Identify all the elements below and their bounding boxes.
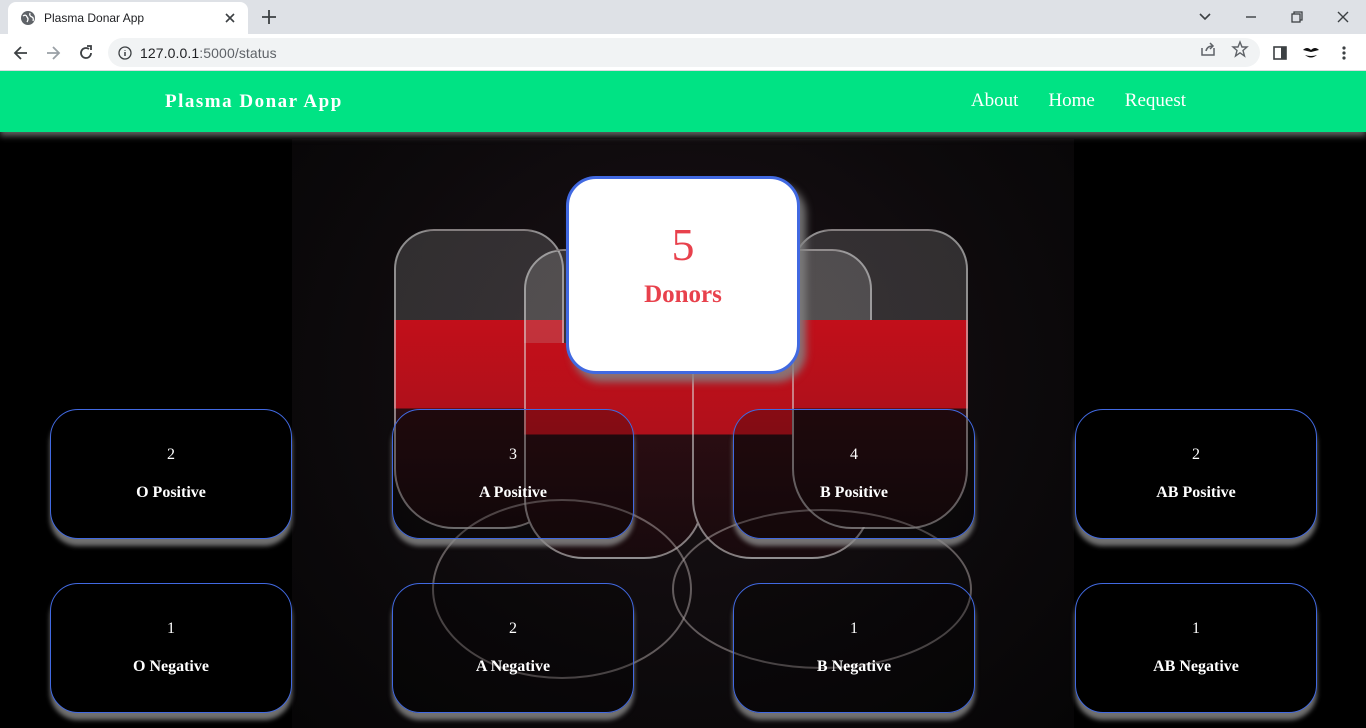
back-icon[interactable] <box>10 42 32 64</box>
blood-group-count: 1 <box>1192 620 1200 637</box>
nav-link-about[interactable]: About <box>971 90 1019 112</box>
blood-group-label: AB Negative <box>1153 658 1239 675</box>
blood-group-label: B Negative <box>816 658 892 675</box>
blood-group-label: AB Positive <box>1156 484 1236 501</box>
forward-icon[interactable] <box>42 42 64 64</box>
blood-group-card-o-negative: 1 O Negative <box>50 583 292 713</box>
site-info-icon[interactable] <box>118 45 132 60</box>
menu-icon[interactable] <box>1333 42 1355 64</box>
tab-search-icon[interactable] <box>1194 6 1216 28</box>
star-icon[interactable] <box>1231 40 1249 58</box>
blood-group-card-b-negative: 1 B Negative <box>733 583 975 713</box>
nav-link-request[interactable]: Request <box>1125 90 1186 112</box>
blood-group-card-b-positive: 4 B Positive <box>733 409 975 539</box>
blood-group-label: A Positive <box>479 484 547 501</box>
app-navbar: Plasma Donar App About Home Request <box>0 71 1366 132</box>
blood-group-card-a-positive: 3 A Positive <box>392 409 634 539</box>
blood-group-card-ab-positive: 2 AB Positive <box>1075 409 1317 539</box>
total-donors-label: Donors <box>644 281 722 308</box>
browser-toolbar: 127.0.0.1:5000/status <box>0 34 1366 71</box>
blood-group-label: B Positive <box>820 484 888 501</box>
blood-group-label: O Positive <box>136 484 206 501</box>
blood-group-count: 1 <box>167 620 175 637</box>
blood-group-count: 2 <box>167 446 175 463</box>
profile-avatar-icon[interactable] <box>1300 42 1322 64</box>
window-close-icon[interactable] <box>1332 6 1354 28</box>
blood-group-count: 2 <box>509 620 517 637</box>
blood-group-count: 1 <box>850 620 858 637</box>
new-tab-icon[interactable] <box>260 8 278 26</box>
blood-group-label: O Negative <box>133 658 209 675</box>
blood-group-card-ab-negative: 1 AB Negative <box>1075 583 1317 713</box>
total-donors-card: 5 Donors <box>566 176 800 374</box>
globe-icon <box>21 11 35 25</box>
app-brand[interactable]: Plasma Donar App <box>165 91 343 113</box>
blood-group-count: 4 <box>850 446 858 463</box>
blood-group-label: A Negative <box>475 658 551 675</box>
url-path: :5000/status <box>199 44 277 61</box>
share-icon[interactable] <box>1199 40 1217 58</box>
blood-group-count: 2 <box>1192 446 1200 463</box>
restore-icon[interactable] <box>1286 6 1308 28</box>
reload-icon[interactable] <box>75 42 97 64</box>
address-bar[interactable]: 127.0.0.1:5000/status <box>108 38 1260 67</box>
blood-group-card-o-positive: 2 O Positive <box>50 409 292 539</box>
url-text: 127.0.0.1:5000/status <box>140 45 277 61</box>
blood-group-card-a-negative: 2 A Negative <box>392 583 634 713</box>
browser-tab-bar: Plasma Donar App <box>0 0 1366 34</box>
nav-link-home[interactable]: Home <box>1048 90 1094 112</box>
browser-tab[interactable]: Plasma Donar App <box>8 2 248 34</box>
close-icon[interactable] <box>222 10 238 26</box>
page-content: Plasma Donar App About Home Request 5 Do… <box>0 71 1366 728</box>
nav-links: About Home Request <box>971 90 1186 112</box>
side-panel-icon[interactable] <box>1269 42 1291 64</box>
tab-title: Plasma Donar App <box>44 11 145 25</box>
total-donors-count: 5 <box>671 219 695 270</box>
blood-group-count: 3 <box>509 446 517 463</box>
minimize-icon[interactable] <box>1240 6 1262 28</box>
url-host: 127.0.0.1 <box>140 44 200 61</box>
